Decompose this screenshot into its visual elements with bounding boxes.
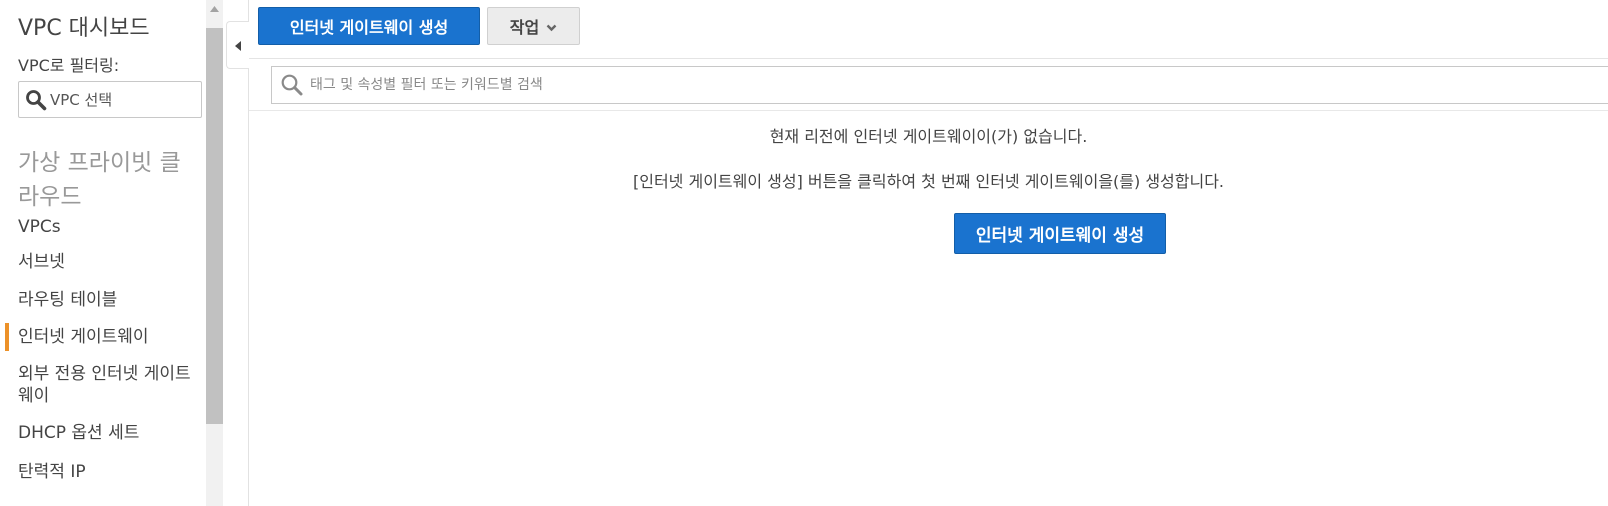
collapse-sidebar-button[interactable]	[226, 21, 249, 69]
sidebar-item-route-tables[interactable]: 라우팅 테이블	[18, 289, 200, 311]
caret-left-icon	[235, 36, 241, 55]
search-input[interactable]	[310, 77, 1510, 93]
vpc-filter-select[interactable]: VPC 선택	[18, 81, 202, 118]
create-internet-gateway-cta[interactable]: 인터넷 게이트웨이 생성	[954, 213, 1166, 254]
search-bar[interactable]	[271, 66, 1608, 104]
toolbar-separator	[249, 58, 1608, 59]
sidebar-title[interactable]: VPC 대시보드	[18, 10, 150, 42]
sidebar-section-title: 가상 프라이빗 클라우드	[18, 150, 181, 210]
chevron-down-icon	[546, 17, 557, 36]
search-icon	[280, 73, 304, 97]
sidebar-scrollbar[interactable]	[206, 0, 223, 506]
scroll-up-icon[interactable]	[206, 0, 223, 17]
empty-state-hint: [인터넷 게이트웨이 생성] 버튼을 클릭하여 첫 번째 인터넷 게이트웨이을(…	[632, 172, 1225, 191]
sidebar-item-elastic-ips[interactable]: 탄력적 IP	[18, 461, 200, 483]
search-divider	[249, 110, 1608, 111]
sidebar-item-vpcs[interactable]: VPCs	[18, 216, 200, 238]
sidebar: VPC 대시보드 VPC로 필터링: VPC 선택 가상 프라이빗 클라우드 V…	[0, 0, 206, 506]
sidebar-divider	[248, 0, 249, 506]
vpc-filter-label: VPC로 필터링:	[18, 56, 120, 75]
search-icon	[25, 89, 47, 111]
sidebar-item-subnets[interactable]: 서브넷	[18, 251, 200, 273]
create-internet-gateway-button[interactable]: 인터넷 게이트웨이 생성	[258, 7, 480, 45]
vpc-console: VPC 대시보드 VPC로 필터링: VPC 선택 가상 프라이빗 클라우드 V…	[0, 0, 1608, 506]
scrollbar-thumb[interactable]	[206, 28, 223, 424]
sidebar-item-egress-only-internet-gateways[interactable]: 외부 전용 인터넷 게이트웨이	[18, 363, 200, 407]
sidebar-item-internet-gateways[interactable]: 인터넷 게이트웨이	[5, 323, 200, 351]
actions-button[interactable]: 작업	[487, 7, 580, 45]
empty-state-message: 현재 리전에 인터넷 게이트웨이이(가) 없습니다.	[769, 127, 1088, 146]
actions-button-label: 작업	[509, 18, 540, 37]
sidebar-item-dhcp-options-sets[interactable]: DHCP 옵션 세트	[18, 422, 200, 444]
vpc-select-placeholder: VPC 선택	[50, 91, 113, 109]
